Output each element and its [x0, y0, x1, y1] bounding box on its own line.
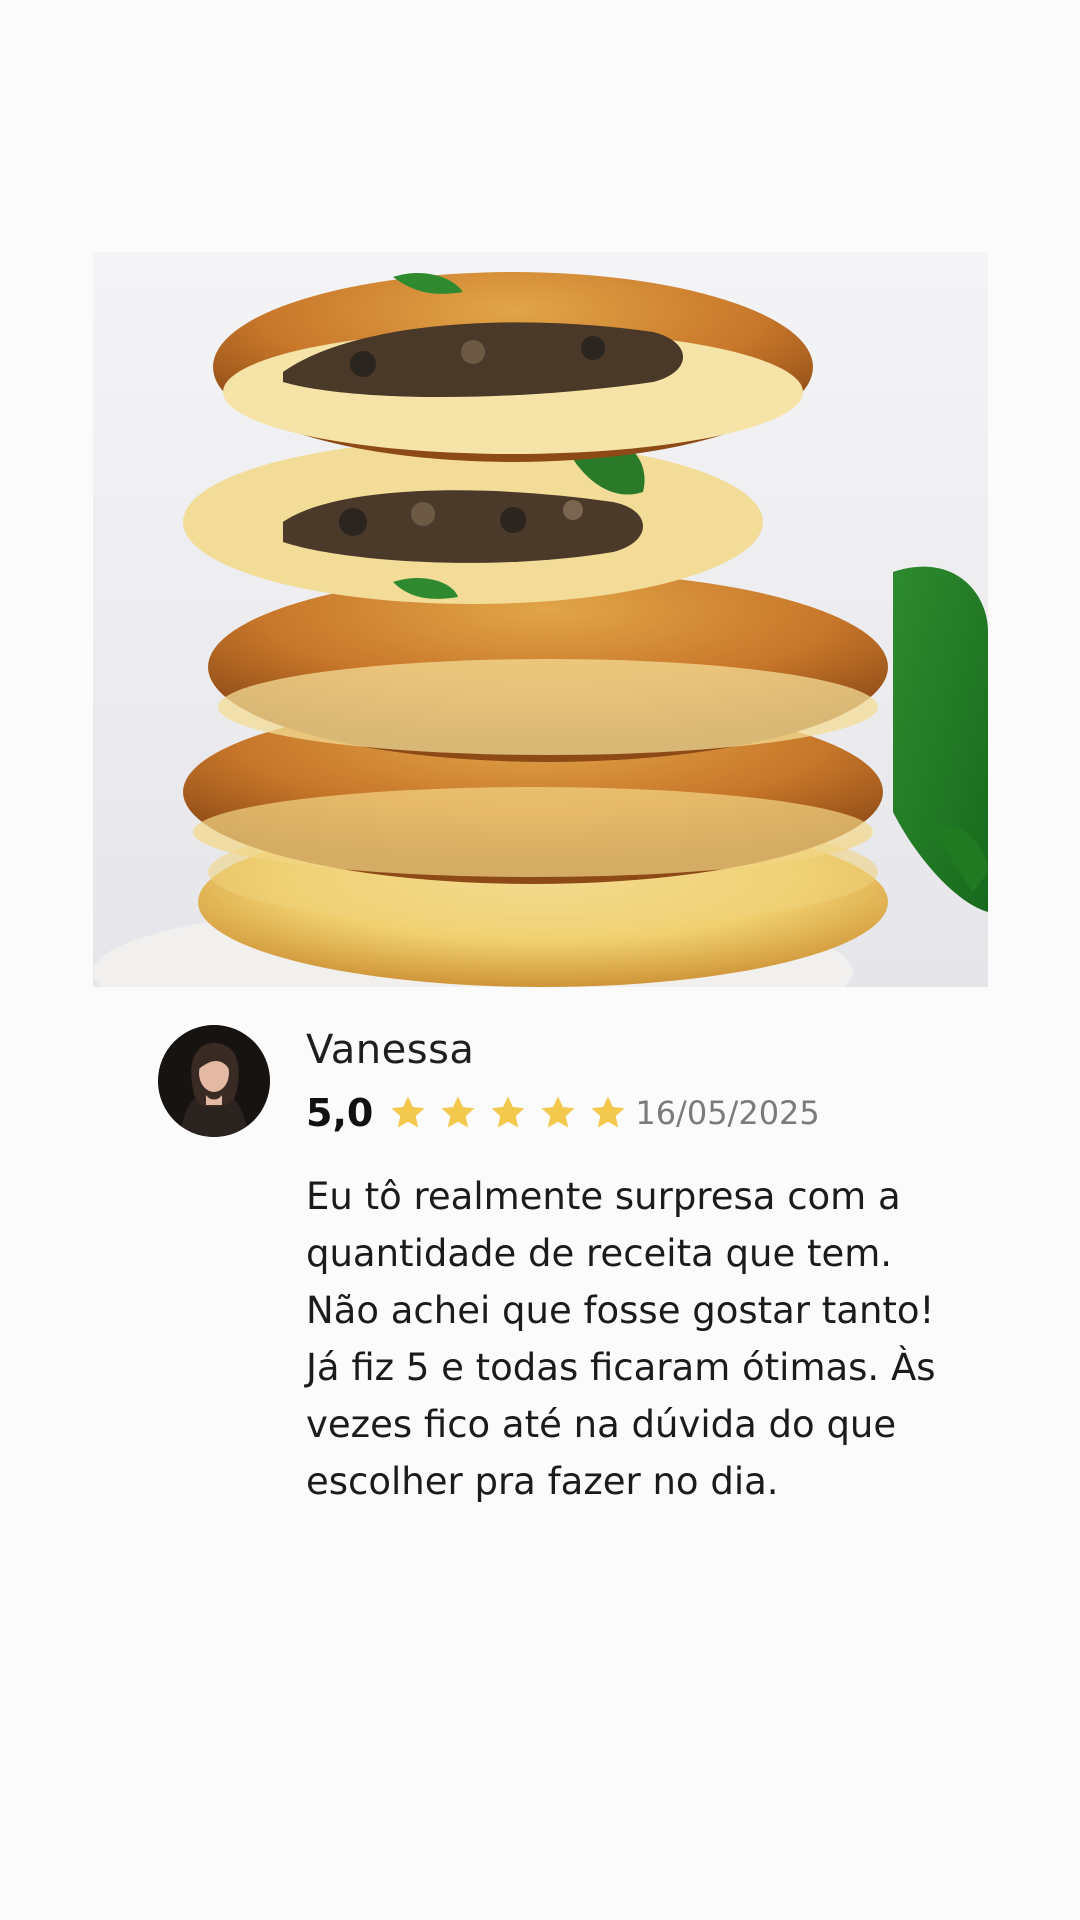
review-date: 16/05/2025 — [635, 1094, 820, 1132]
avatar — [158, 1025, 270, 1137]
review-text: Eu tô realmente surpresa com a quantidad… — [306, 1175, 936, 1503]
star-icon — [437, 1092, 479, 1134]
review-card: Vanessa 5,0 16/05/2025 Eu tô realmente s… — [0, 0, 1080, 1920]
star-icon — [387, 1092, 429, 1134]
food-photo — [93, 252, 988, 987]
star-icon — [587, 1092, 629, 1134]
reviewer-name: Vanessa — [306, 1027, 475, 1073]
star-icon — [487, 1092, 529, 1134]
star-icon — [537, 1092, 579, 1134]
rating-row: 5,0 16/05/2025 — [306, 1086, 820, 1140]
rating-value: 5,0 — [306, 1091, 374, 1135]
star-rating — [387, 1092, 637, 1134]
